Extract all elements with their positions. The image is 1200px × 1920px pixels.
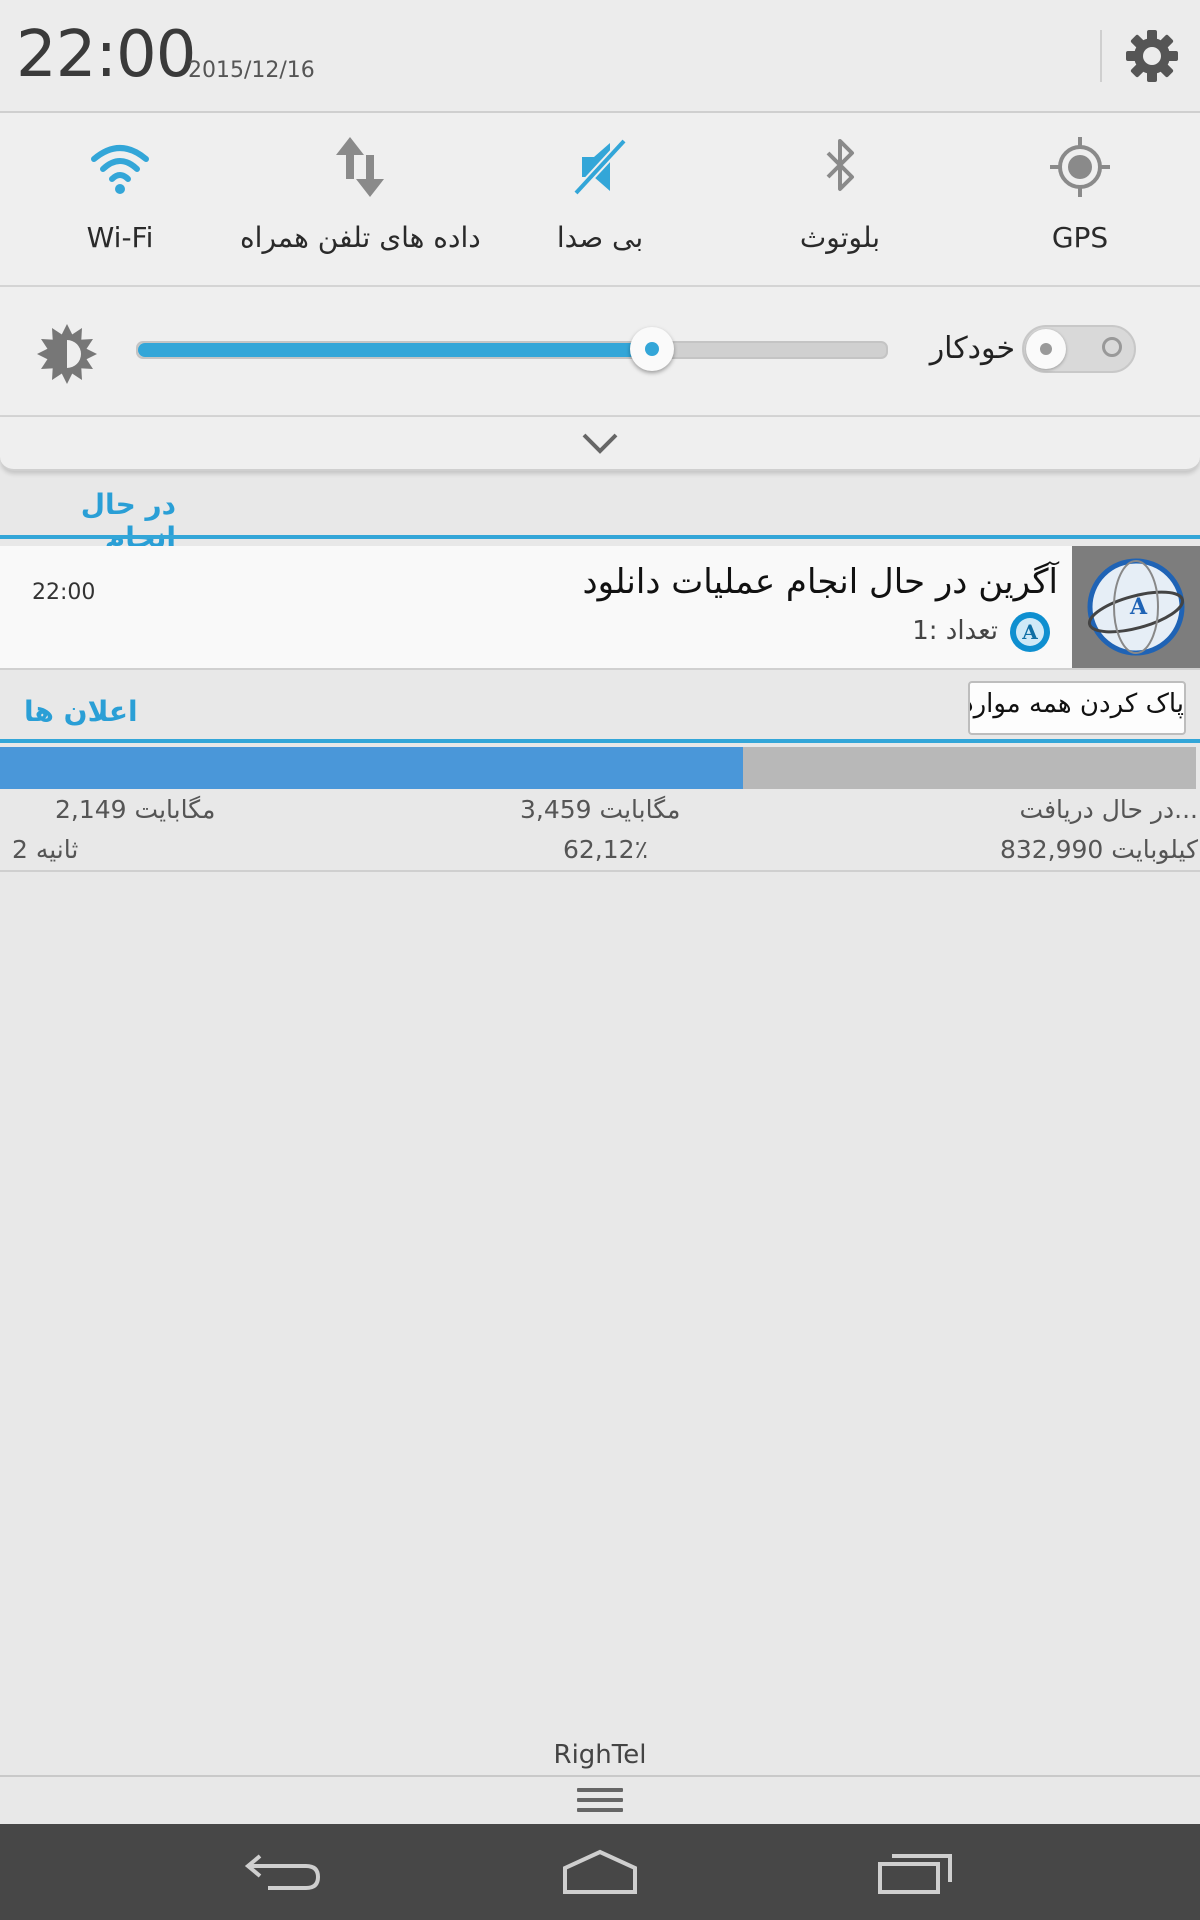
- mute-icon: [573, 138, 627, 196]
- download-speed: 832,990 کیلوبایت: [999, 835, 1198, 864]
- drag-handle-icon[interactable]: [577, 1786, 623, 1816]
- download-percent: 62,12٪: [563, 835, 648, 864]
- notification-count: تعداد :1: [912, 616, 998, 646]
- mobile-data-icon: [336, 137, 384, 197]
- tile-label: داده های تلفن همراه: [240, 221, 480, 254]
- brightness-row: خودکار: [0, 287, 1200, 417]
- notification-title: آگرین در حال انجام عملیات دانلود: [582, 562, 1058, 602]
- brightness-icon: [37, 324, 97, 384]
- tile-label: بلوتوث: [799, 221, 881, 254]
- download-status: در حال دریافت...: [1019, 795, 1198, 824]
- tile-wifi[interactable]: Wi-Fi: [0, 113, 240, 285]
- settings-button[interactable]: [1124, 28, 1180, 84]
- auto-brightness-toggle[interactable]: [1022, 325, 1136, 373]
- total-size: 3,459 مگابایت: [520, 795, 681, 824]
- clock: 22:00: [16, 18, 196, 92]
- downloaded-size: 2,149 مگابایت: [55, 795, 216, 824]
- app-badge-icon: A: [1010, 612, 1050, 652]
- tile-bluetooth[interactable]: بلوتوث: [720, 113, 960, 285]
- back-button-icon[interactable]: [238, 1838, 328, 1902]
- bluetooth-icon: [826, 139, 854, 191]
- tile-label: Wi-Fi: [86, 221, 154, 254]
- ongoing-header: در حال انجام: [80, 488, 176, 554]
- notifications-divider: [0, 739, 1200, 743]
- download-divider: [0, 870, 1200, 872]
- home-button-icon[interactable]: [555, 1838, 645, 1902]
- gps-icon: [1050, 137, 1110, 197]
- notifications-header: اعلان ها: [24, 695, 138, 728]
- tile-gps[interactable]: GPS: [960, 113, 1200, 285]
- quick-settings-panel: Wi-Fi داده های تلفن همراه بی صدا بلوتوث: [0, 113, 1200, 287]
- wifi-icon: [91, 145, 149, 194]
- gear-icon: [1126, 30, 1178, 82]
- download-notification[interactable]: 22:00 آگرین در حال انجام عملیات دانلود ت…: [0, 546, 1200, 670]
- tile-mute[interactable]: بی صدا: [480, 113, 720, 285]
- tile-mobile-data[interactable]: داده های تلفن همراه: [240, 113, 480, 285]
- brightness-slider-thumb[interactable]: [630, 327, 674, 371]
- header-divider: [1100, 30, 1102, 82]
- app-logo-icon: A: [1072, 546, 1200, 668]
- auto-brightness-label: خودکار: [929, 331, 1015, 366]
- status-header: 22:00 2015/12/16: [0, 0, 1200, 113]
- svg-text:A: A: [1129, 594, 1148, 620]
- date: 2015/12/16: [188, 58, 315, 83]
- time-remaining: 2 ثانیه: [12, 835, 79, 864]
- carrier-name: RighTel: [553, 1740, 647, 1770]
- clear-all-button[interactable]: پاک کردن همه موارد: [968, 681, 1186, 735]
- tile-label: بی صدا: [556, 221, 644, 254]
- navigation-bar: [0, 1824, 1200, 1920]
- download-progress-fill: [0, 747, 743, 789]
- chevron-down-icon: [582, 433, 618, 454]
- recent-apps-button-icon[interactable]: [872, 1838, 962, 1902]
- brightness-slider-fill: [138, 343, 654, 357]
- brightness-slider[interactable]: [136, 341, 888, 359]
- footer-divider: [0, 1775, 1200, 1777]
- notification-time: 22:00: [32, 580, 96, 605]
- expand-quick-settings[interactable]: [0, 417, 1200, 471]
- tile-label: GPS: [1051, 221, 1109, 254]
- ongoing-divider: [0, 535, 1200, 539]
- download-progress-bar: [0, 747, 1196, 789]
